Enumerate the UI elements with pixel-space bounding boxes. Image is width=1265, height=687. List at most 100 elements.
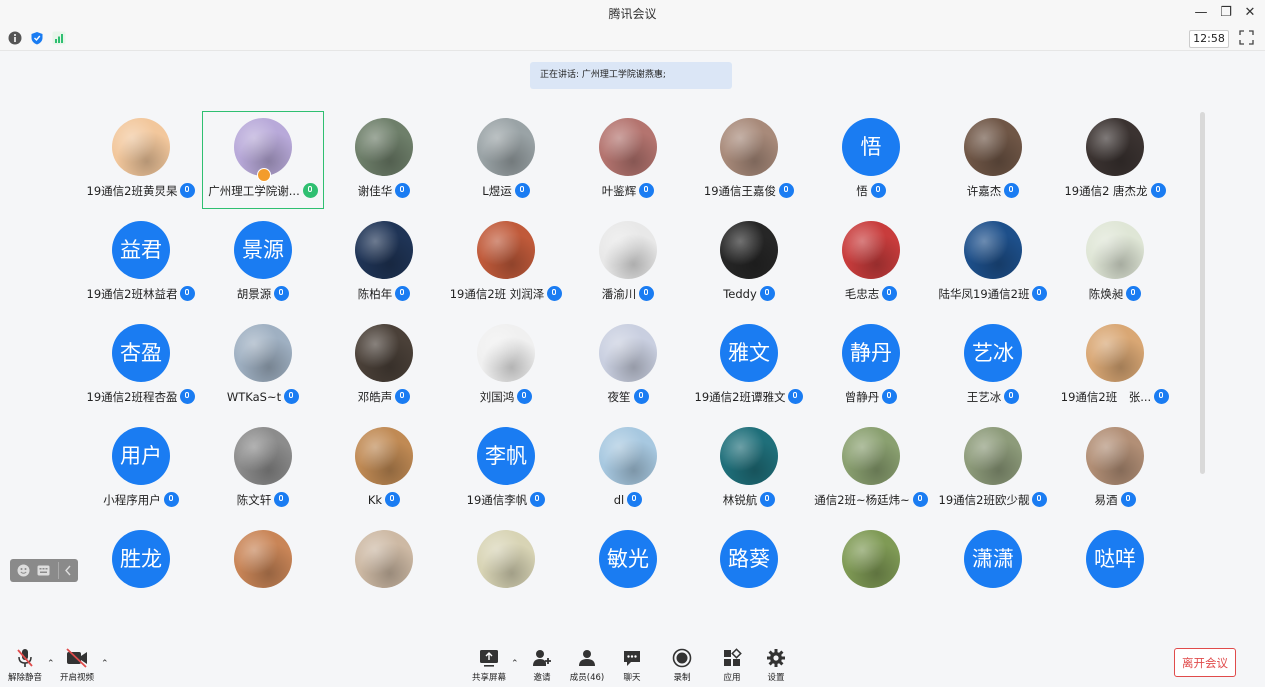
muted-mic-icon <box>17 649 33 667</box>
participant-name-text: Teddy <box>723 287 757 301</box>
participant-tile[interactable]: 敏光 <box>568 524 688 620</box>
mic-icon <box>395 183 411 198</box>
participant-name-text: 陆华凤19通信2班 <box>938 287 1030 301</box>
participant-tile[interactable]: 潇潇 <box>933 524 1053 620</box>
participant-name-text: 邓皓声 <box>357 390 393 404</box>
mic-icon <box>395 286 411 301</box>
record-icon <box>672 648 692 668</box>
participant-name: 19通信2班 张... <box>1030 389 1200 405</box>
invite-button[interactable]: 邀请 <box>520 647 564 683</box>
mic-icon <box>1126 286 1142 301</box>
chevron-up-icon[interactable]: ⌃ <box>511 659 519 669</box>
emoji-icon[interactable] <box>17 564 30 577</box>
avatar <box>112 118 170 176</box>
unmute-button[interactable]: 解除静音 <box>3 647 47 683</box>
avatar: 悟 <box>842 118 900 176</box>
participant-name-text: 潘渝川 <box>601 287 637 301</box>
avatar: 景源 <box>234 221 292 279</box>
chevron-up-icon[interactable]: ⌃ <box>101 659 109 669</box>
participant-tile[interactable]: 胜龙 <box>81 524 201 620</box>
participant-name-text: 19通信王嘉俊 <box>703 184 777 198</box>
chat-label: 聊天 <box>623 673 641 683</box>
avatar: 敏光 <box>599 530 657 588</box>
restore-button[interactable]: ❐ <box>1215 3 1237 23</box>
unmute-label: 解除静音 <box>7 673 42 683</box>
participant-name: 易酒 <box>1030 492 1200 508</box>
participant-name-text: 林锐航 <box>722 493 758 507</box>
participant-tile[interactable]: 路葵 <box>689 524 809 620</box>
leave-meeting-button[interactable]: 离开会议 <box>1174 648 1236 677</box>
fullscreen-icon[interactable] <box>1239 30 1254 45</box>
members-icon <box>579 650 595 666</box>
participant-name-text: 19通信2班谭雅文 <box>694 390 786 404</box>
mic-icon <box>1150 183 1166 198</box>
chevron-left-icon[interactable] <box>64 565 72 576</box>
mic-icon <box>639 286 655 301</box>
participant-tile[interactable] <box>446 524 566 620</box>
participant-name-text: 19通信李帆 <box>466 493 528 507</box>
avatar <box>477 118 535 176</box>
participant-tile[interactable]: 易酒 <box>1055 421 1175 517</box>
avatar <box>720 118 778 176</box>
avatar: 用户 <box>112 427 170 485</box>
start-video-button[interactable]: 开启视频 <box>55 647 99 683</box>
participant-tile[interactable] <box>203 524 323 620</box>
divider <box>58 562 59 579</box>
participant-name-text: 广州理工学院谢... <box>208 184 300 198</box>
avatar: 潇潇 <box>964 530 1022 588</box>
participant-name-text: 小程序用户 <box>103 493 161 507</box>
apps-button[interactable]: 应用 <box>710 647 754 683</box>
avatar: 益君 <box>112 221 170 279</box>
participant-name-text: 19通信2班 张... <box>1060 390 1152 404</box>
mic-icon <box>514 183 530 198</box>
chat-button[interactable]: 聊天 <box>610 647 654 683</box>
avatar <box>964 118 1022 176</box>
mic-icon <box>627 492 643 507</box>
participant-tile[interactable]: 19通信2 唐杰龙 <box>1055 112 1175 208</box>
grid-scrollbar[interactable] <box>1200 112 1205 474</box>
avatar <box>234 324 292 382</box>
avatar: 雅文 <box>720 324 778 382</box>
participant-tile[interactable]: 哒咩 <box>1055 524 1175 620</box>
participant-name-text: 易酒 <box>1094 493 1118 507</box>
participant-tile[interactable]: 19通信2班 张... <box>1055 318 1175 414</box>
video-label: 开启视频 <box>59 673 94 683</box>
participant-name-text: 19通信2班程杏盈 <box>86 390 178 404</box>
mic-icon <box>760 492 776 507</box>
settings-label: 设置 <box>767 673 785 683</box>
participant-name-text: 通信2班~杨廷炜~ <box>814 493 910 507</box>
floating-toolbox[interactable] <box>10 559 78 582</box>
avatar: 艺冰 <box>964 324 1022 382</box>
participant-name-text: 悟 <box>856 184 868 198</box>
close-button[interactable]: ✕ <box>1239 3 1261 23</box>
members-label: 成员(46) <box>569 673 605 683</box>
avatar <box>842 427 900 485</box>
participant-name-text: 刘国鸿 <box>479 390 515 404</box>
avatar <box>964 427 1022 485</box>
participant-name-text: 陈焕昶 <box>1088 287 1124 301</box>
chevron-up-icon[interactable]: ⌃ <box>47 659 55 669</box>
share-screen-button[interactable]: 共享屏幕 <box>467 647 511 683</box>
members-button[interactable]: 成员(46) <box>565 647 609 683</box>
participant-name-text: 陈文轩 <box>236 493 272 507</box>
participant-tile[interactable]: 陈焕昶 <box>1055 215 1175 311</box>
avatar <box>234 427 292 485</box>
avatar <box>842 530 900 588</box>
settings-button[interactable]: 设置 <box>754 647 798 683</box>
participant-tile[interactable] <box>811 524 931 620</box>
participant-name-text: 夜笙 <box>607 390 631 404</box>
avatar <box>355 221 413 279</box>
participant-name-text: 19通信2 唐杰龙 <box>1064 184 1148 198</box>
avatar <box>234 530 292 588</box>
avatar: 哒咩 <box>1086 530 1144 588</box>
mic-icon <box>284 389 300 404</box>
record-button[interactable]: 录制 <box>660 647 704 683</box>
avatar <box>355 530 413 588</box>
avatar <box>599 118 657 176</box>
record-label: 录制 <box>673 673 691 683</box>
keyboard-icon[interactable] <box>37 565 50 576</box>
participant-tile[interactable] <box>324 524 444 620</box>
invite-label: 邀请 <box>533 673 551 683</box>
participant-name-text: 毛忠志 <box>844 287 880 301</box>
avatar <box>842 221 900 279</box>
